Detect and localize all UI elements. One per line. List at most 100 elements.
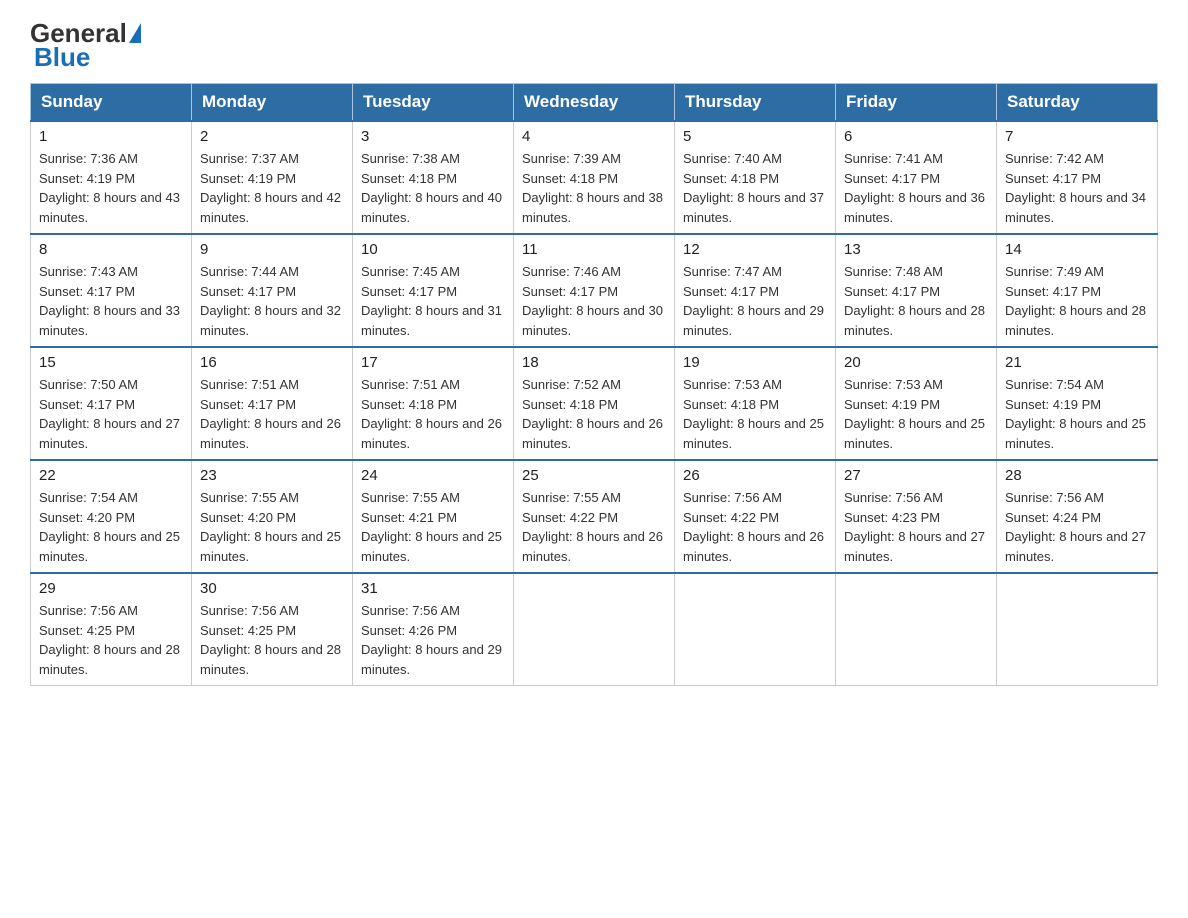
- weekday-header-wednesday: Wednesday: [514, 84, 675, 122]
- day-number: 13: [844, 241, 988, 258]
- day-cell: 3 Sunrise: 7:38 AMSunset: 4:18 PMDayligh…: [353, 121, 514, 234]
- day-info: Sunrise: 7:56 AMSunset: 4:23 PMDaylight:…: [844, 488, 988, 566]
- day-info: Sunrise: 7:54 AMSunset: 4:19 PMDaylight:…: [1005, 375, 1149, 453]
- day-cell: 24 Sunrise: 7:55 AMSunset: 4:21 PMDaylig…: [353, 460, 514, 573]
- day-number: 18: [522, 354, 666, 371]
- day-cell: 12 Sunrise: 7:47 AMSunset: 4:17 PMDaylig…: [675, 234, 836, 347]
- page-header: General Blue: [30, 20, 1158, 73]
- day-cell: 20 Sunrise: 7:53 AMSunset: 4:19 PMDaylig…: [836, 347, 997, 460]
- day-number: 25: [522, 467, 666, 484]
- weekday-header-friday: Friday: [836, 84, 997, 122]
- weekday-header-saturday: Saturday: [997, 84, 1158, 122]
- day-info: Sunrise: 7:55 AMSunset: 4:20 PMDaylight:…: [200, 488, 344, 566]
- day-info: Sunrise: 7:42 AMSunset: 4:17 PMDaylight:…: [1005, 149, 1149, 227]
- day-cell: 1 Sunrise: 7:36 AMSunset: 4:19 PMDayligh…: [31, 121, 192, 234]
- logo: General Blue: [30, 20, 143, 73]
- day-number: 29: [39, 580, 183, 597]
- day-number: 26: [683, 467, 827, 484]
- day-number: 31: [361, 580, 505, 597]
- week-row-1: 1 Sunrise: 7:36 AMSunset: 4:19 PMDayligh…: [31, 121, 1158, 234]
- day-number: 11: [522, 241, 666, 258]
- day-info: Sunrise: 7:38 AMSunset: 4:18 PMDaylight:…: [361, 149, 505, 227]
- day-info: Sunrise: 7:56 AMSunset: 4:24 PMDaylight:…: [1005, 488, 1149, 566]
- day-cell: 11 Sunrise: 7:46 AMSunset: 4:17 PMDaylig…: [514, 234, 675, 347]
- day-cell: 9 Sunrise: 7:44 AMSunset: 4:17 PMDayligh…: [192, 234, 353, 347]
- day-info: Sunrise: 7:37 AMSunset: 4:19 PMDaylight:…: [200, 149, 344, 227]
- day-cell: 5 Sunrise: 7:40 AMSunset: 4:18 PMDayligh…: [675, 121, 836, 234]
- day-number: 14: [1005, 241, 1149, 258]
- day-number: 6: [844, 128, 988, 145]
- day-info: Sunrise: 7:46 AMSunset: 4:17 PMDaylight:…: [522, 262, 666, 340]
- day-info: Sunrise: 7:56 AMSunset: 4:22 PMDaylight:…: [683, 488, 827, 566]
- day-number: 3: [361, 128, 505, 145]
- day-number: 27: [844, 467, 988, 484]
- day-info: Sunrise: 7:55 AMSunset: 4:22 PMDaylight:…: [522, 488, 666, 566]
- day-cell: 6 Sunrise: 7:41 AMSunset: 4:17 PMDayligh…: [836, 121, 997, 234]
- day-number: 4: [522, 128, 666, 145]
- day-info: Sunrise: 7:56 AMSunset: 4:26 PMDaylight:…: [361, 601, 505, 679]
- day-cell: 31 Sunrise: 7:56 AMSunset: 4:26 PMDaylig…: [353, 573, 514, 686]
- day-cell: 23 Sunrise: 7:55 AMSunset: 4:20 PMDaylig…: [192, 460, 353, 573]
- day-number: 24: [361, 467, 505, 484]
- week-row-4: 22 Sunrise: 7:54 AMSunset: 4:20 PMDaylig…: [31, 460, 1158, 573]
- day-number: 7: [1005, 128, 1149, 145]
- day-cell: 13 Sunrise: 7:48 AMSunset: 4:17 PMDaylig…: [836, 234, 997, 347]
- day-cell: 29 Sunrise: 7:56 AMSunset: 4:25 PMDaylig…: [31, 573, 192, 686]
- day-info: Sunrise: 7:40 AMSunset: 4:18 PMDaylight:…: [683, 149, 827, 227]
- week-row-5: 29 Sunrise: 7:56 AMSunset: 4:25 PMDaylig…: [31, 573, 1158, 686]
- day-info: Sunrise: 7:52 AMSunset: 4:18 PMDaylight:…: [522, 375, 666, 453]
- day-cell: 4 Sunrise: 7:39 AMSunset: 4:18 PMDayligh…: [514, 121, 675, 234]
- day-number: 30: [200, 580, 344, 597]
- day-info: Sunrise: 7:36 AMSunset: 4:19 PMDaylight:…: [39, 149, 183, 227]
- day-cell: 17 Sunrise: 7:51 AMSunset: 4:18 PMDaylig…: [353, 347, 514, 460]
- weekday-header-monday: Monday: [192, 84, 353, 122]
- day-info: Sunrise: 7:39 AMSunset: 4:18 PMDaylight:…: [522, 149, 666, 227]
- day-cell: [997, 573, 1158, 686]
- weekday-header-thursday: Thursday: [675, 84, 836, 122]
- day-cell: 19 Sunrise: 7:53 AMSunset: 4:18 PMDaylig…: [675, 347, 836, 460]
- day-cell: [836, 573, 997, 686]
- day-cell: 7 Sunrise: 7:42 AMSunset: 4:17 PMDayligh…: [997, 121, 1158, 234]
- day-info: Sunrise: 7:56 AMSunset: 4:25 PMDaylight:…: [200, 601, 344, 679]
- day-info: Sunrise: 7:51 AMSunset: 4:17 PMDaylight:…: [200, 375, 344, 453]
- day-number: 1: [39, 128, 183, 145]
- day-info: Sunrise: 7:41 AMSunset: 4:17 PMDaylight:…: [844, 149, 988, 227]
- logo-blue-text: Blue: [30, 42, 90, 73]
- day-cell: 22 Sunrise: 7:54 AMSunset: 4:20 PMDaylig…: [31, 460, 192, 573]
- day-number: 5: [683, 128, 827, 145]
- day-cell: 2 Sunrise: 7:37 AMSunset: 4:19 PMDayligh…: [192, 121, 353, 234]
- day-cell: 16 Sunrise: 7:51 AMSunset: 4:17 PMDaylig…: [192, 347, 353, 460]
- day-info: Sunrise: 7:51 AMSunset: 4:18 PMDaylight:…: [361, 375, 505, 453]
- day-cell: 25 Sunrise: 7:55 AMSunset: 4:22 PMDaylig…: [514, 460, 675, 573]
- day-info: Sunrise: 7:47 AMSunset: 4:17 PMDaylight:…: [683, 262, 827, 340]
- day-cell: 26 Sunrise: 7:56 AMSunset: 4:22 PMDaylig…: [675, 460, 836, 573]
- day-cell: [675, 573, 836, 686]
- calendar-table: SundayMondayTuesdayWednesdayThursdayFrid…: [30, 83, 1158, 686]
- day-info: Sunrise: 7:45 AMSunset: 4:17 PMDaylight:…: [361, 262, 505, 340]
- day-cell: 14 Sunrise: 7:49 AMSunset: 4:17 PMDaylig…: [997, 234, 1158, 347]
- day-info: Sunrise: 7:55 AMSunset: 4:21 PMDaylight:…: [361, 488, 505, 566]
- day-number: 2: [200, 128, 344, 145]
- day-cell: 18 Sunrise: 7:52 AMSunset: 4:18 PMDaylig…: [514, 347, 675, 460]
- calendar-header-row: SundayMondayTuesdayWednesdayThursdayFrid…: [31, 84, 1158, 122]
- day-cell: 28 Sunrise: 7:56 AMSunset: 4:24 PMDaylig…: [997, 460, 1158, 573]
- day-number: 15: [39, 354, 183, 371]
- day-number: 8: [39, 241, 183, 258]
- day-cell: 27 Sunrise: 7:56 AMSunset: 4:23 PMDaylig…: [836, 460, 997, 573]
- day-number: 19: [683, 354, 827, 371]
- day-info: Sunrise: 7:48 AMSunset: 4:17 PMDaylight:…: [844, 262, 988, 340]
- day-number: 20: [844, 354, 988, 371]
- day-info: Sunrise: 7:43 AMSunset: 4:17 PMDaylight:…: [39, 262, 183, 340]
- day-number: 9: [200, 241, 344, 258]
- day-cell: [514, 573, 675, 686]
- day-number: 10: [361, 241, 505, 258]
- day-info: Sunrise: 7:56 AMSunset: 4:25 PMDaylight:…: [39, 601, 183, 679]
- week-row-2: 8 Sunrise: 7:43 AMSunset: 4:17 PMDayligh…: [31, 234, 1158, 347]
- day-number: 16: [200, 354, 344, 371]
- weekday-header-tuesday: Tuesday: [353, 84, 514, 122]
- day-cell: 21 Sunrise: 7:54 AMSunset: 4:19 PMDaylig…: [997, 347, 1158, 460]
- day-info: Sunrise: 7:54 AMSunset: 4:20 PMDaylight:…: [39, 488, 183, 566]
- day-number: 12: [683, 241, 827, 258]
- day-cell: 30 Sunrise: 7:56 AMSunset: 4:25 PMDaylig…: [192, 573, 353, 686]
- day-cell: 15 Sunrise: 7:50 AMSunset: 4:17 PMDaylig…: [31, 347, 192, 460]
